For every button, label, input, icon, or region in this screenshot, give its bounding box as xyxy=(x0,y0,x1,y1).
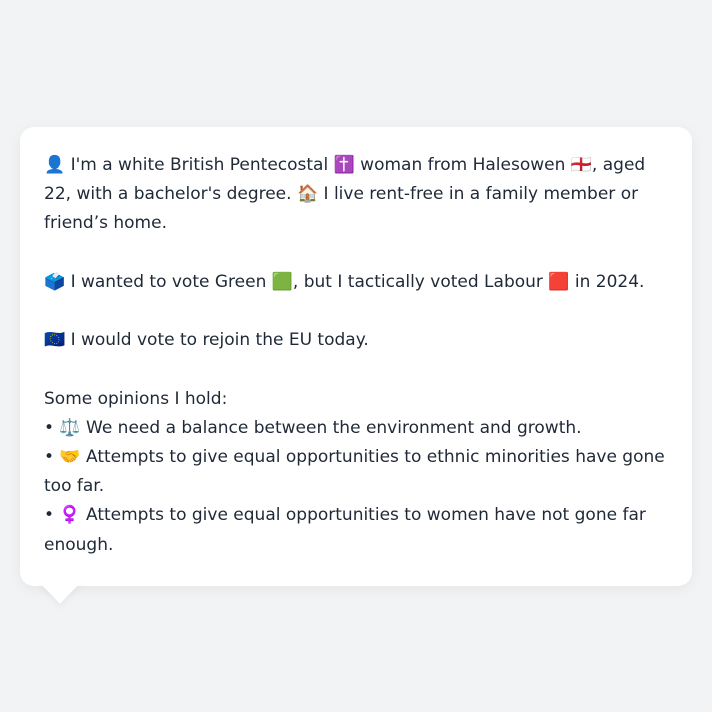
opinions-section: Some opinions I hold: • ⚖️ We need a bal… xyxy=(44,385,668,560)
speech-bubble: 👤 I'm a white British Pentecostal ✝️ wom… xyxy=(20,127,692,586)
opinions-heading: Some opinions I hold: xyxy=(44,388,228,409)
opinion-item: • ♀️ Attempts to give equal opportunitie… xyxy=(44,505,646,555)
speech-bubble-tail xyxy=(40,583,80,604)
opinion-item: • ⚖️ We need a balance between the envir… xyxy=(44,417,582,438)
vote-text: 🗳️ I wanted to vote Green 🟩, but I tacti… xyxy=(44,271,645,292)
eu-text: 🇪🇺 I would vote to rejoin the EU today. xyxy=(44,330,369,351)
opinion-item: • 🤝 Attempts to give equal opportunities… xyxy=(44,446,665,497)
intro-text: 👤 I'm a white British Pentecostal ✝️ wom… xyxy=(44,155,646,234)
